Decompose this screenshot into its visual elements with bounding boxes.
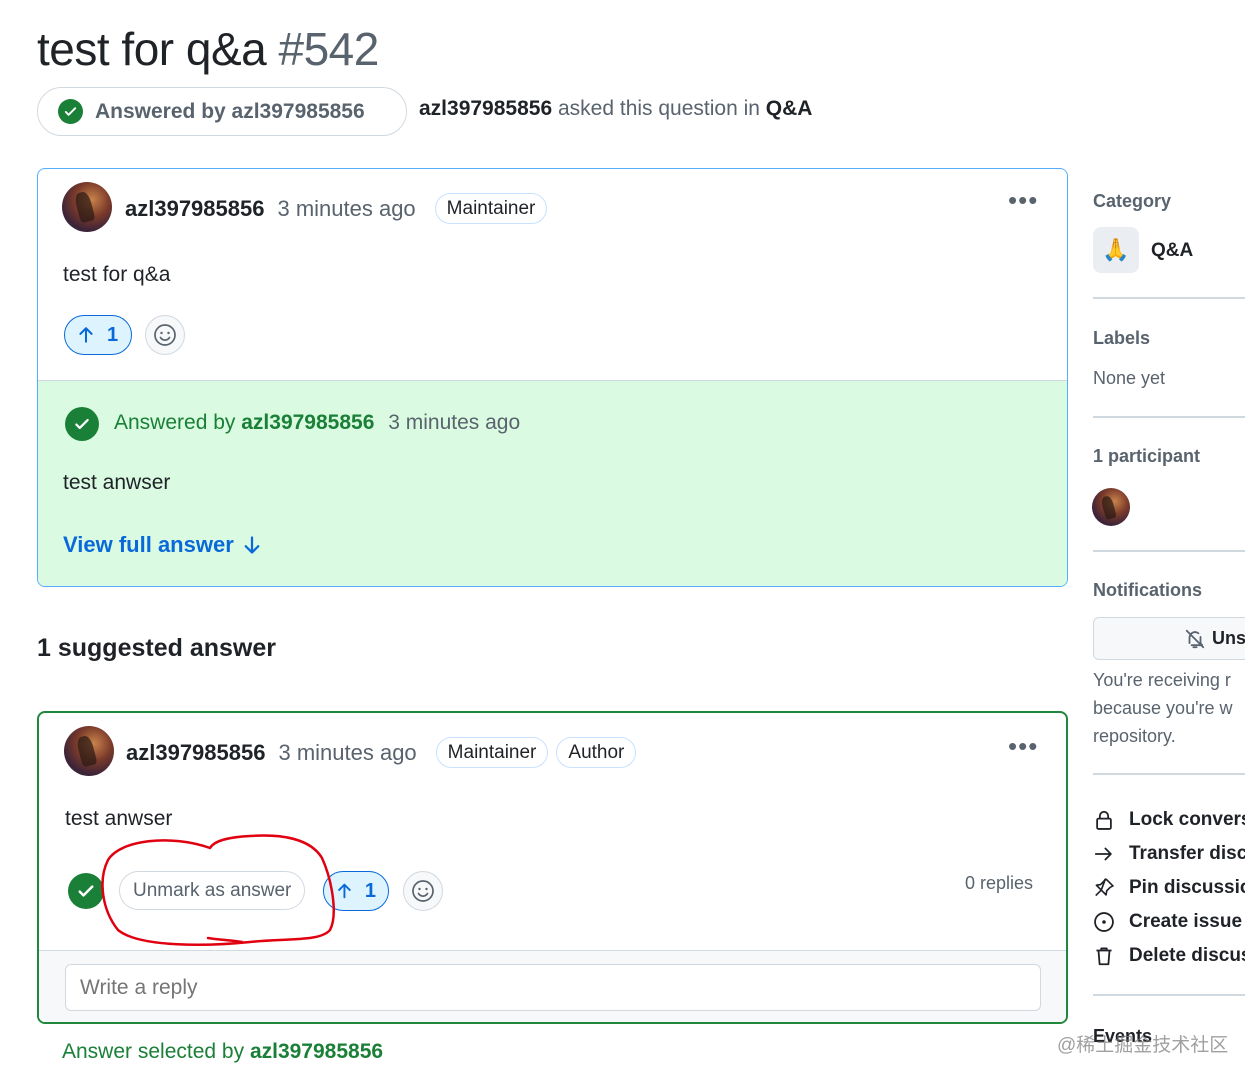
marked-answer-preview: Answered by azl397985856 3 minutes ago t… [38, 380, 1067, 586]
page-title: test for q&a #542 [37, 22, 379, 76]
divider [1093, 550, 1245, 552]
question-body: test for q&a [63, 263, 171, 286]
pin-icon [1095, 878, 1114, 897]
notifications-heading: Notifications [1093, 580, 1203, 600]
divider [1093, 773, 1245, 775]
action-label: Delete discus [1129, 945, 1245, 966]
divider [1093, 297, 1245, 299]
check-circle-icon [65, 407, 99, 441]
answer-timestamp[interactable]: 3 minutes ago [278, 740, 416, 766]
avatar[interactable] [62, 182, 112, 232]
answered-status-text: Answered by azl397985856 [95, 99, 365, 123]
more-options-icon[interactable]: ••• [1008, 187, 1038, 213]
check-circle-icon [58, 99, 83, 124]
more-options-icon[interactable]: ••• [1008, 733, 1038, 759]
pin-discussion-action[interactable]: Pin discussio [1093, 874, 1245, 902]
question-card: azl397985856 3 minutes ago Maintainer ••… [37, 168, 1068, 587]
category-emoji: 🙏 [1093, 227, 1139, 273]
asker-link[interactable]: azl397985856 [419, 97, 552, 120]
action-label: Create issue [1129, 911, 1243, 932]
notify-line-2: because you're w [1093, 698, 1233, 718]
view-full-answer-label: View full answer [63, 532, 234, 557]
answered-status-badge: Answered by azl397985856 [37, 87, 407, 136]
smiley-icon [154, 324, 176, 346]
avatar[interactable] [64, 726, 114, 776]
participant-avatar[interactable] [1092, 488, 1130, 526]
category-heading: Category [1093, 191, 1172, 211]
notify-line-3: repository. [1093, 726, 1176, 746]
answered-by-user[interactable]: azl397985856 [241, 411, 374, 434]
labels-value: None yet [1093, 368, 1166, 388]
reply-area [39, 950, 1066, 1022]
answer-selected-event: Answer selected by azl397985856 [62, 1040, 383, 1064]
action-label: Pin discussio [1129, 877, 1245, 898]
delete-discussion-action[interactable]: Delete discus [1093, 942, 1245, 970]
accepted-answer-check-icon [68, 873, 104, 909]
lock-conversation-action[interactable]: Lock convers [1093, 806, 1245, 834]
question-timestamp[interactable]: 3 minutes ago [277, 196, 415, 222]
arrow-up-icon [79, 327, 93, 343]
participants-heading: 1 participant [1093, 446, 1201, 466]
arrow-right-icon [1094, 847, 1112, 861]
reply-input[interactable] [65, 964, 1041, 1011]
divider [1093, 994, 1245, 996]
answered-by-line: Answered by azl397985856 3 minutes ago [114, 411, 520, 435]
category-name[interactable]: Q&A [1151, 240, 1193, 262]
maintainer-badge: Maintainer [434, 193, 548, 224]
selected-prefix: Answer selected by [62, 1040, 245, 1063]
replies-count[interactable]: 0 replies [965, 873, 1033, 894]
title-text: test for q&a [37, 23, 267, 75]
action-label: Lock convers [1129, 809, 1245, 830]
upvote-count: 1 [364, 879, 376, 902]
arrow-down-icon [244, 536, 260, 554]
category-link[interactable]: Q&A [766, 97, 813, 120]
transfer-discussion-action[interactable]: Transfer disc [1093, 840, 1245, 868]
trash-icon [1096, 947, 1112, 966]
answered-by-prefix: Answered by [114, 411, 236, 434]
smiley-icon [412, 880, 434, 902]
action-label: Transfer disc [1129, 843, 1245, 864]
answer-preview-text: test anwser [63, 471, 171, 494]
red-annotation-circle [101, 834, 335, 946]
issue-icon [1094, 912, 1114, 932]
question-author[interactable]: azl397985856 [125, 196, 264, 222]
selected-user[interactable]: azl397985856 [250, 1040, 383, 1063]
answered-by-time[interactable]: 3 minutes ago [388, 411, 520, 434]
bell-slash-icon [1185, 629, 1205, 648]
answer-author[interactable]: azl397985856 [126, 740, 265, 766]
unsubscribe-button[interactable]: Uns [1093, 617, 1245, 660]
asked-line: azl397985856 asked this question in Q&A [419, 97, 812, 121]
watermark-text: @稀土掘金技术社区 [1057, 1035, 1229, 1056]
maintainer-badge: Maintainer [435, 737, 549, 768]
notify-line-1: You're receiving r [1093, 670, 1231, 690]
view-full-answer-link[interactable]: View full answer [63, 532, 262, 558]
unsubscribe-label: Uns [1212, 628, 1245, 648]
add-reaction-button[interactable] [145, 315, 185, 355]
upvote-count: 1 [107, 323, 119, 346]
answer-body: test anwser [65, 807, 173, 830]
divider [1093, 416, 1245, 418]
lock-icon [1096, 810, 1112, 830]
create-issue-action[interactable]: Create issue [1093, 908, 1245, 936]
discussion-number: #542 [278, 23, 380, 75]
add-reaction-button[interactable] [403, 871, 443, 911]
upvote-button[interactable]: 1 [64, 315, 132, 355]
suggested-answers-heading: 1 suggested answer [37, 634, 276, 662]
labels-heading: Labels [1093, 328, 1151, 348]
asked-text: asked this question in [557, 97, 760, 120]
author-badge: Author [556, 737, 637, 768]
